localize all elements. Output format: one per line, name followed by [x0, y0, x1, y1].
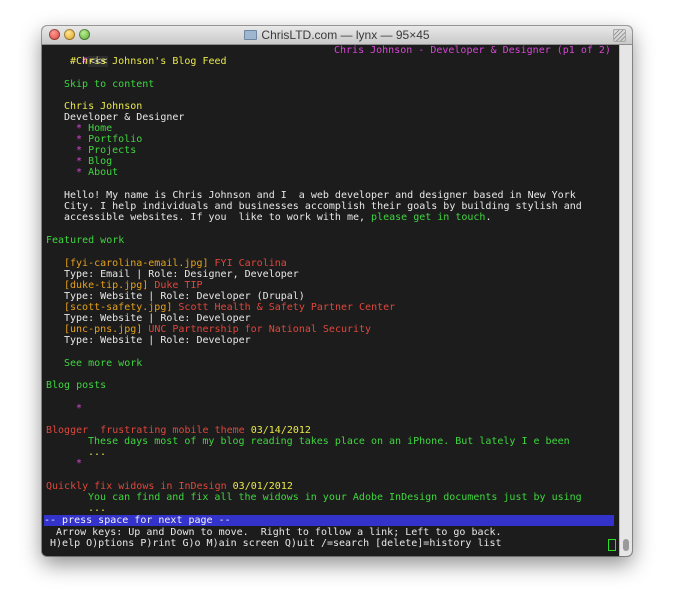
- nav-item-home[interactable]: * Home: [76, 123, 112, 134]
- lynx-top-line: #<<<: [46, 45, 109, 68]
- blog-post-title[interactable]: Quickly fix widows in InDesign 03/01/201…: [46, 481, 293, 492]
- see-more-link[interactable]: See more work: [64, 358, 142, 369]
- toolbar-toggle-icon[interactable]: [613, 29, 626, 42]
- image-alt: [fyi-carolina-email.jpg]: [64, 258, 209, 269]
- intro-line-3: accessible websites. If you like to work…: [64, 212, 492, 223]
- skip-link[interactable]: Skip to content: [64, 79, 154, 90]
- image-alt: [scott-safety.jpg]: [64, 302, 173, 313]
- intro-line-2: City. I help individuals and businesses …: [64, 201, 582, 212]
- page-heading: #Chris Johnson's Blog Feed: [70, 56, 227, 67]
- blog-post-title[interactable]: Blogger frustrating mobile theme 03/14/2…: [46, 425, 311, 436]
- featured-item-meta: Type: Website | Role: Developer (Drupal): [64, 291, 305, 302]
- nav-item-blog[interactable]: * Blog: [76, 156, 112, 167]
- list-bullet: *: [76, 403, 83, 414]
- nav-item-about[interactable]: * About: [76, 167, 118, 178]
- image-alt: [duke-tip.jpg]: [64, 280, 149, 291]
- featured-heading: Featured work: [46, 235, 125, 246]
- intro-line-1: Hello! My name is Chris Johnson and I a …: [64, 190, 576, 201]
- post-date: 03/01/2012: [232, 481, 293, 492]
- nav-item-portfolio[interactable]: * Portfolio: [76, 134, 142, 145]
- list-bullet: *: [76, 458, 83, 469]
- post-excerpt: These days most of my blog reading takes…: [88, 436, 570, 447]
- featured-item-title[interactable]: [duke-tip.jpg] Duke TIP: [64, 280, 203, 291]
- featured-item-title[interactable]: [unc-pns.jpg] UNC Partnership for Nation…: [64, 324, 371, 335]
- scrollbar[interactable]: [619, 45, 632, 556]
- featured-item-meta: Type: Website | Role: Developer: [64, 335, 251, 346]
- featured-item-title[interactable]: [scott-safety.jpg] Scott Health & Safety…: [64, 302, 395, 313]
- page-title-status: Chris Johnson - Developer & Designer (p1…: [334, 45, 611, 56]
- folder-icon: [244, 30, 258, 40]
- post-more: ...: [88, 447, 107, 458]
- help-line-2: H)elp O)ptions P)rint G)o M)ain screen Q…: [44, 538, 502, 549]
- status-prompt: -- press space for next page --: [44, 515, 614, 526]
- terminal-window: ChrisLTD.com — lynx — 95×45 #<<< Chris J…: [42, 26, 632, 556]
- site-tagline: Developer & Designer: [64, 112, 185, 123]
- lynx-screen[interactable]: #<<< Chris Johnson - Developer & Designe…: [42, 45, 620, 556]
- title-bar[interactable]: ChrisLTD.com — lynx — 95×45: [42, 26, 632, 45]
- text-cursor: [608, 539, 616, 551]
- site-name: Chris Johnson: [64, 101, 143, 112]
- nav-item-projects[interactable]: * Projects: [76, 145, 136, 156]
- blog-heading: Blog posts: [46, 380, 107, 391]
- window-title: ChrisLTD.com — lynx — 95×45: [42, 28, 632, 42]
- contact-link[interactable]: please get in touch: [371, 212, 485, 223]
- featured-item-meta: Type: Email | Role: Designer, Developer: [64, 269, 299, 280]
- scrollbar-thumb[interactable]: [623, 539, 629, 551]
- featured-item-title[interactable]: [fyi-carolina-email.jpg] FYI Carolina: [64, 258, 287, 269]
- help-line-1: Arrow keys: Up and Down to move. Right t…: [44, 527, 502, 538]
- image-alt: [unc-pns.jpg]: [64, 324, 143, 335]
- featured-item-meta: Type: Website | Role: Developer: [64, 313, 251, 324]
- post-more: ...: [88, 503, 107, 514]
- post-excerpt: You can find and fix all the widows in y…: [88, 492, 582, 503]
- post-date: 03/14/2012: [250, 425, 311, 436]
